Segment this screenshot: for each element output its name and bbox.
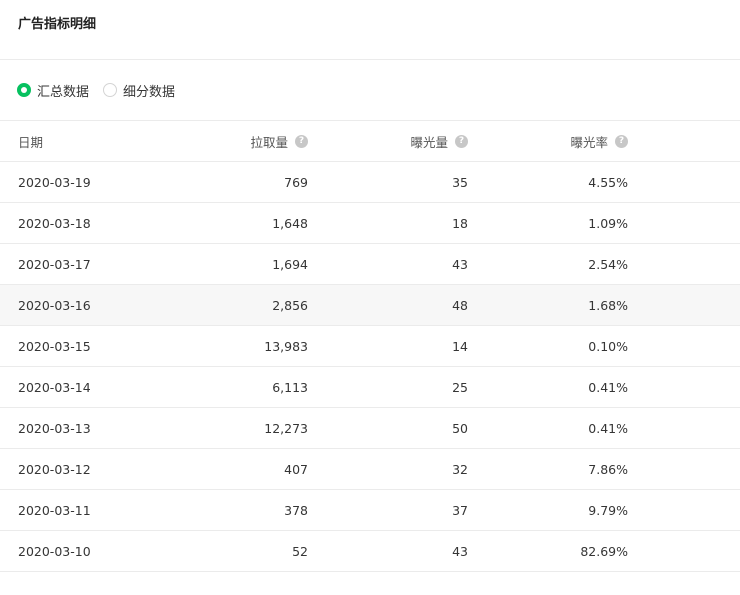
radio-summary-data[interactable]: 汇总数据 (17, 81, 89, 100)
cell-date: 2020-03-17 (0, 243, 160, 285)
cell-exposures: 43 (308, 530, 468, 572)
column-header-label: 曝光率 (570, 134, 608, 150)
cell-pulls: 6,113 (160, 366, 308, 408)
column-spacer (628, 120, 740, 162)
table-row: 2020-03-18 1,648 18 1.09% (0, 202, 740, 244)
page-title: 广告指标明细 (18, 17, 97, 32)
cell-date: 2020-03-13 (0, 407, 160, 449)
table-row: 2020-03-17 1,694 43 2.54% (0, 243, 740, 285)
cell-exposures: 25 (308, 366, 468, 408)
table-header-row: 日期 拉取量? 曝光量? 曝光率? (0, 120, 740, 162)
cell-exposures: 48 (308, 284, 468, 326)
cell-rate: 7.86% (468, 448, 628, 490)
cell-date: 2020-03-11 (0, 489, 160, 531)
cell-rate: 1.68% (468, 284, 628, 326)
column-header-exposures: 曝光量? (308, 120, 468, 162)
cell-pulls: 2,856 (160, 284, 308, 326)
cell-pulls: 1,694 (160, 243, 308, 285)
table-row: 2020-03-15 13,983 14 0.10% (0, 325, 740, 367)
cell-pulls: 378 (160, 489, 308, 531)
radio-checked-icon[interactable] (17, 83, 31, 97)
help-icon[interactable]: ? (295, 134, 308, 148)
cell-exposures: 32 (308, 448, 468, 490)
cell-pulls: 12,273 (160, 407, 308, 449)
cell-date: 2020-03-15 (0, 325, 160, 367)
help-icon[interactable]: ? (455, 134, 468, 148)
column-header-label: 曝光量 (410, 134, 448, 150)
ad-metrics-panel: 广告指标明细 汇总数据 细分数据 日期 拉取量? 曝光量? 曝光率? 2020-… (0, 0, 740, 595)
table-row: 2020-03-19 769 35 4.55% (0, 161, 740, 203)
cell-date: 2020-03-19 (0, 161, 160, 203)
radio-label[interactable]: 细分数据 (123, 81, 175, 100)
table-row: 2020-03-13 12,273 50 0.41% (0, 407, 740, 449)
table-row-hovered: 2020-03-16 2,856 48 1.68% (0, 284, 740, 326)
cell-date: 2020-03-10 (0, 530, 160, 572)
cell-date: 2020-03-16 (0, 284, 160, 326)
cell-rate: 2.54% (468, 243, 628, 285)
table-row: 2020-03-10 52 43 82.69% (0, 530, 740, 572)
cell-rate: 82.69% (468, 530, 628, 572)
cell-date: 2020-03-12 (0, 448, 160, 490)
cell-rate: 0.41% (468, 366, 628, 408)
cell-pulls: 13,983 (160, 325, 308, 367)
radio-unchecked-icon[interactable] (103, 83, 118, 97)
radio-detail-data[interactable]: 细分数据 (103, 81, 175, 100)
cell-rate: 0.10% (468, 325, 628, 367)
metrics-table: 日期 拉取量? 曝光量? 曝光率? 2020-03-19 769 35 4.55… (0, 120, 740, 572)
cell-date: 2020-03-18 (0, 202, 160, 244)
cell-rate: 4.55% (468, 161, 628, 203)
view-toggle: 汇总数据 细分数据 (0, 60, 740, 120)
cell-pulls: 407 (160, 448, 308, 490)
panel-header: 广告指标明细 (0, 0, 740, 60)
cell-rate: 1.09% (468, 202, 628, 244)
cell-date: 2020-03-14 (0, 366, 160, 408)
table-row: 2020-03-12 407 32 7.86% (0, 448, 740, 490)
cell-pulls: 1,648 (160, 202, 308, 244)
cell-exposures: 35 (308, 161, 468, 203)
cell-exposures: 37 (308, 489, 468, 531)
cell-exposures: 50 (308, 407, 468, 449)
table-row: 2020-03-14 6,113 25 0.41% (0, 366, 740, 408)
column-header-date: 日期 (0, 120, 160, 162)
cell-exposures: 14 (308, 325, 468, 367)
radio-label[interactable]: 汇总数据 (37, 81, 89, 100)
column-header-label: 拉取量 (250, 134, 288, 150)
column-header-exposure-rate: 曝光率? (468, 120, 628, 162)
cell-exposures: 43 (308, 243, 468, 285)
help-icon[interactable]: ? (615, 134, 628, 148)
cell-rate: 9.79% (468, 489, 628, 531)
cell-rate: 0.41% (468, 407, 628, 449)
table-row: 2020-03-11 378 37 9.79% (0, 489, 740, 531)
cell-pulls: 52 (160, 530, 308, 572)
cell-exposures: 18 (308, 202, 468, 244)
cell-pulls: 769 (160, 161, 308, 203)
column-header-pulls: 拉取量? (160, 120, 308, 162)
